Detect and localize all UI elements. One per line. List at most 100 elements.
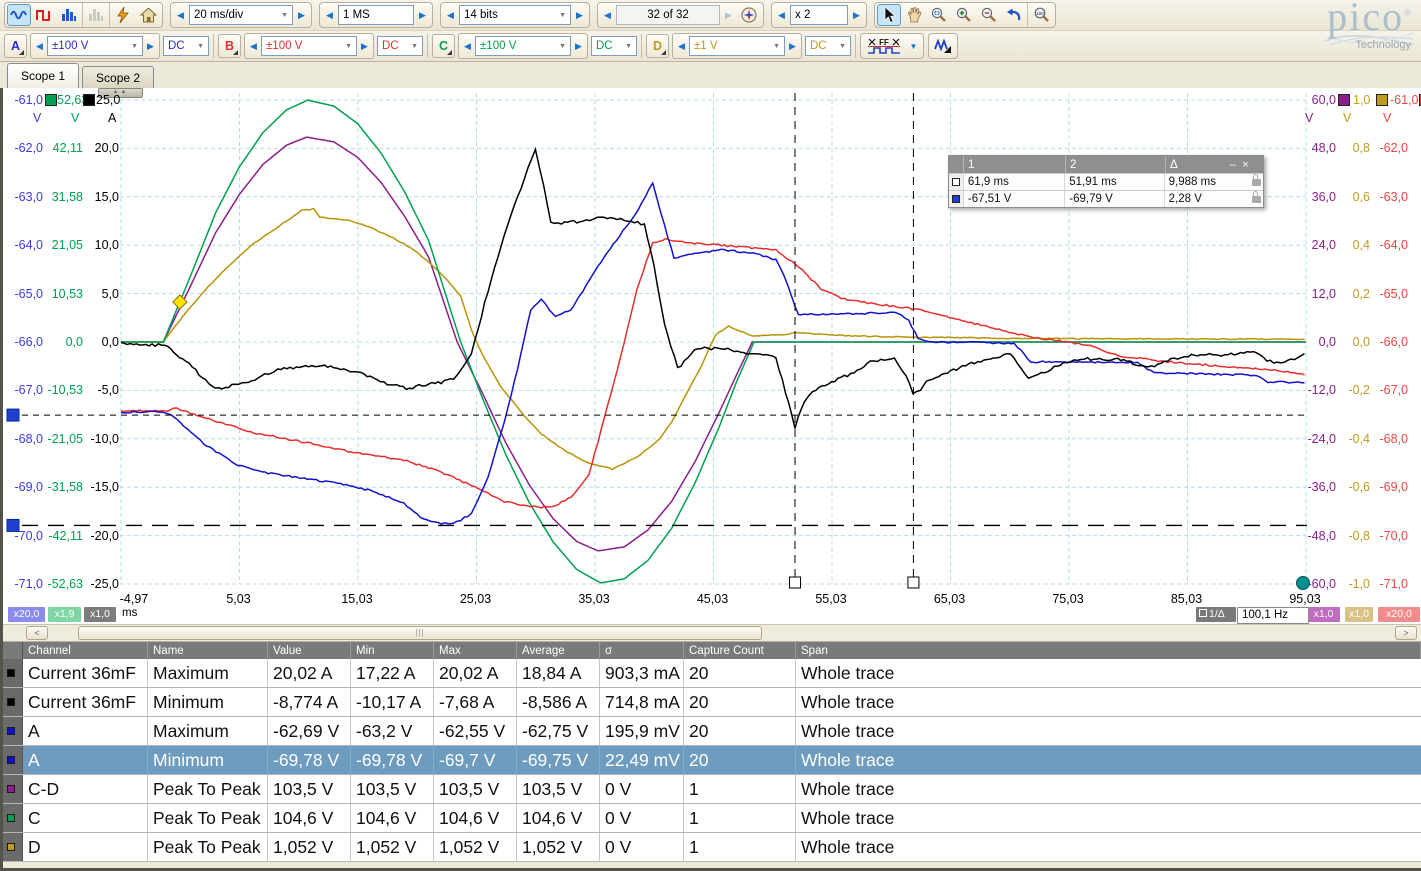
tab-scope-2[interactable]: Scope 2: [82, 66, 154, 88]
measurement-cell: Peak To Peak: [148, 804, 268, 832]
auto-setup-button[interactable]: [111, 4, 135, 26]
x-scale-badge[interactable]: x1,0: [84, 607, 116, 622]
resolution-prev-button[interactable]: ◀: [443, 5, 458, 25]
y-axis-label: 12,0: [1305, 287, 1336, 301]
undo-zoom-button[interactable]: [1002, 4, 1026, 26]
legend-lock[interactable]: [1249, 179, 1263, 186]
y-axis-label: 25,0: [96, 93, 126, 107]
legend-lock[interactable]: [1249, 196, 1263, 203]
range-prev-button[interactable]: ◀: [460, 36, 475, 56]
range-next-button[interactable]: ▶: [785, 36, 800, 56]
y-axis-label: -0,4: [1336, 432, 1370, 446]
scroll-left-button[interactable]: <: [26, 626, 48, 640]
x-scale-badge[interactable]: x20,0: [8, 607, 45, 622]
channel-d-range-dropdown[interactable]: ±1 V▼: [689, 36, 785, 56]
y-axis-label: -48,0: [1305, 529, 1336, 543]
x-scale-badge[interactable]: x1,0: [1345, 607, 1373, 622]
zoom-next-button[interactable]: ▶: [849, 5, 864, 25]
x-axis-label: 55,03: [815, 592, 846, 606]
range-next-button[interactable]: ▶: [571, 36, 586, 56]
measurement-cell: 1: [684, 833, 796, 861]
measurement-row-4[interactable]: AMinimum-69,78 V-69,78 V-69,7 V-69,75 V2…: [0, 746, 1421, 775]
channel-c-coupling-dropdown[interactable]: DC▼: [591, 36, 637, 56]
resolution-next-button[interactable]: ▶: [572, 5, 587, 25]
samples-prev-button[interactable]: ◀: [322, 5, 337, 25]
timebase-next-button[interactable]: ▶: [294, 5, 309, 25]
measurement-row-2[interactable]: Current 36mFMinimum-8,774 A-10,17 A-7,68…: [0, 688, 1421, 717]
buffer-prev-button[interactable]: ◀: [600, 5, 615, 25]
coupling-value: DC: [168, 40, 185, 52]
channel-d-button[interactable]: D: [646, 34, 669, 58]
legend-close-button[interactable]: ×: [1239, 159, 1252, 171]
measurement-row-5[interactable]: C-DPeak To Peak103,5 V103,5 V103,5 V103,…: [0, 775, 1421, 804]
math-channels-button[interactable]: [931, 35, 955, 57]
legend-row-marker: [949, 191, 963, 207]
measurement-row-6[interactable]: CPeak To Peak104,6 V104,6 V104,6 V104,6 …: [0, 804, 1421, 833]
axis-unit-label: V: [1343, 111, 1357, 125]
x-scale-badge[interactable]: x20,0: [1378, 607, 1420, 622]
scope-mode-button[interactable]: [7, 4, 31, 26]
channel-b-button[interactable]: B: [218, 34, 241, 58]
channel-c-range-dropdown[interactable]: ±100 V▼: [475, 36, 571, 56]
measurement-cell: -69,75 V: [517, 746, 600, 774]
legend-minimize-button[interactable]: –: [1226, 159, 1239, 171]
digital-inputs-button[interactable]: FF: [863, 35, 905, 57]
scrollbar-thumb[interactable]: |||: [78, 626, 762, 640]
horizontal-scrollbar[interactable]: < ||| >: [0, 624, 1421, 642]
measurement-row-3[interactable]: AMaximum-62,69 V-63,2 V-62,55 V-62,75 V1…: [0, 717, 1421, 746]
pan-tool-button[interactable]: [902, 4, 926, 26]
channel-cd-axis-marker[interactable]: [1338, 94, 1350, 106]
measurement-row-7[interactable]: DPeak To Peak1,052 V1,052 V1,052 V1,052 …: [0, 833, 1421, 862]
range-next-button[interactable]: ▶: [357, 36, 372, 56]
channel-a-coupling-dropdown[interactable]: DC▼: [163, 36, 209, 56]
x-scale-badge[interactable]: x1,0: [1307, 607, 1340, 622]
math-channels-icon: [934, 38, 952, 54]
channel-a-range-dropdown[interactable]: ±100 V▼: [47, 36, 143, 56]
channel-a-button[interactable]: A: [4, 34, 27, 58]
x-scale-badge[interactable]: x1,9: [48, 607, 81, 622]
timebase-dropdown[interactable]: 20 ms/div▼: [189, 5, 293, 25]
marquee-zoom-tool-button[interactable]: [927, 4, 951, 26]
select-tool-button[interactable]: [877, 4, 901, 26]
range-prev-button[interactable]: ◀: [674, 36, 689, 56]
tab-scope-1[interactable]: Scope 1: [7, 63, 79, 88]
zoom-100-icon: 100: [1033, 7, 1050, 23]
channel-d-axis-marker[interactable]: [1376, 94, 1388, 106]
range-prev-button[interactable]: ◀: [32, 36, 47, 56]
home-button[interactable]: [136, 4, 160, 26]
resolution-dropdown[interactable]: 14 bits▼: [459, 5, 571, 25]
zoom-out-tool-button[interactable]: [977, 4, 1001, 26]
channel-c-button[interactable]: C: [432, 34, 455, 58]
measurement-cell: A: [23, 746, 148, 774]
range-next-button[interactable]: ▶: [143, 36, 158, 56]
spectrum-mode-button[interactable]: [57, 4, 81, 26]
scroll-right-button[interactable]: >: [1395, 626, 1417, 640]
y-axis-label: 0,0: [1336, 335, 1370, 349]
channel-b-coupling-dropdown[interactable]: DC▼: [377, 36, 423, 56]
signal-ruler-handle-1[interactable]: [7, 409, 19, 421]
range-prev-button[interactable]: ◀: [246, 36, 261, 56]
samples-dropdown[interactable]: 1 MS: [338, 5, 414, 25]
buffer-navigator-button[interactable]: [737, 4, 761, 26]
y-axis-label: -5,0: [0, 383, 119, 397]
channel-c-axis-marker[interactable]: [45, 94, 57, 106]
zoom-dropdown[interactable]: x 2: [790, 5, 848, 25]
y-axis-label: 0,0: [1305, 335, 1336, 349]
table-header-channel: Channel: [23, 642, 148, 659]
chevron-down-icon: ▼: [767, 43, 780, 50]
zoom-prev-button[interactable]: ◀: [774, 5, 789, 25]
zoom-100-button[interactable]: 100: [1029, 4, 1053, 26]
channel-b-range-dropdown[interactable]: ±100 V▼: [261, 36, 357, 56]
timebase-prev-button[interactable]: ◀: [173, 5, 188, 25]
samples-value: 1 MS: [343, 9, 370, 21]
persistence-mode-button[interactable]: [32, 4, 56, 26]
current-axis-marker[interactable]: [83, 94, 95, 106]
main-toolbar: ◀ 20 ms/div▼ ▶ ◀ 1 MS ▶ ◀ 14 bits▼ ▶ ◀ 3…: [0, 0, 1421, 31]
ruler-legend[interactable]: 12Δ–× 61,9 ms51,91 ms9,988 ms-67,51 V-69…: [948, 155, 1264, 208]
one-over-delta-badge[interactable]: 1/Δ: [1196, 607, 1236, 622]
zoom-in-tool-button[interactable]: [952, 4, 976, 26]
channel-d-coupling-dropdown[interactable]: DC▼: [805, 36, 851, 56]
measurement-row-1[interactable]: Current 36mFMaximum20,02 A17,22 A20,02 A…: [0, 659, 1421, 688]
samples-next-button[interactable]: ▶: [415, 5, 430, 25]
digital-inputs-dropdown-button[interactable]: ▼: [906, 36, 921, 56]
